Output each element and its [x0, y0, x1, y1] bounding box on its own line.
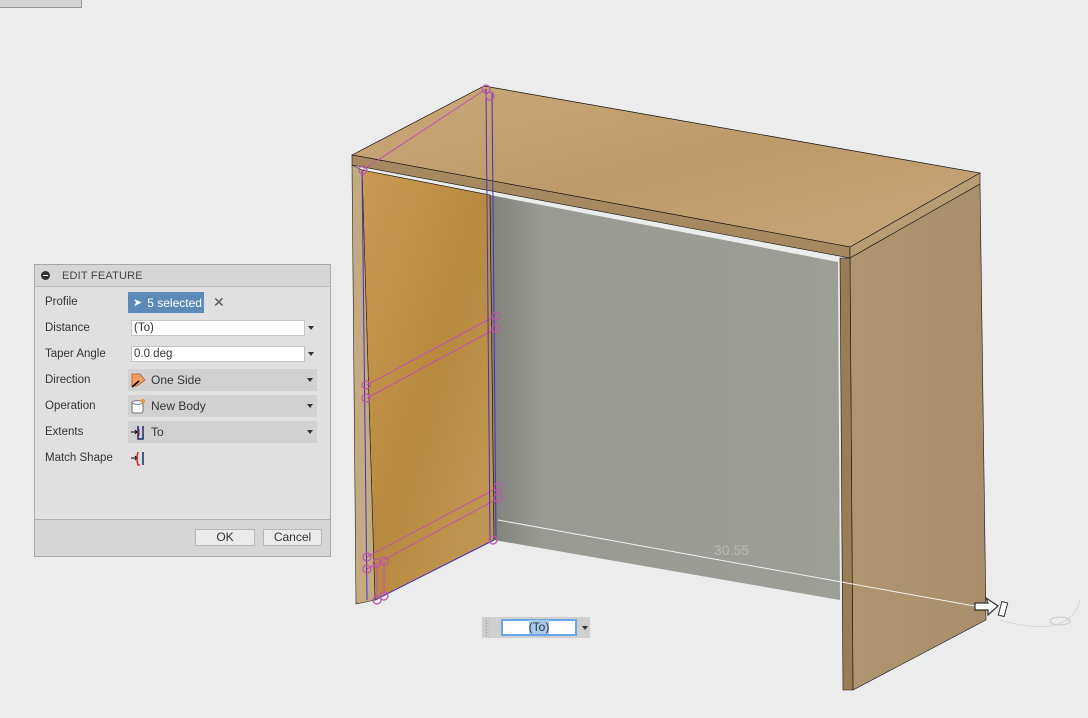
- operation-value: New Body: [151, 399, 206, 413]
- match-shape-row: Match Shape: [35, 447, 330, 469]
- rotation-arc: [999, 599, 1081, 628]
- back-panel[interactable]: [490, 195, 840, 600]
- drag-grip-icon[interactable]: [485, 619, 489, 636]
- chevron-down-icon: [307, 404, 313, 408]
- direction-select[interactable]: One Side: [128, 369, 317, 391]
- profile-label: Profile: [45, 296, 78, 308]
- close-icon[interactable]: ✕: [213, 294, 225, 311]
- distance-row: Distance (To): [35, 317, 330, 339]
- direction-label: Direction: [45, 374, 91, 386]
- chevron-down-icon[interactable]: [308, 352, 314, 356]
- one-side-direction-icon: [131, 373, 146, 388]
- operation-row: Operation New Body: [35, 395, 330, 417]
- dialog-footer: OK Cancel: [35, 519, 330, 556]
- extent-to-icon: [131, 426, 144, 440]
- match-shape-label: Match Shape: [45, 452, 113, 464]
- distance-label: Distance: [45, 322, 90, 334]
- inline-distance-value: (To): [528, 620, 550, 634]
- extents-select[interactable]: To: [128, 421, 317, 443]
- extents-value: To: [151, 425, 164, 439]
- dialog-title: EDIT FEATURE: [62, 269, 143, 282]
- left-side-panel[interactable]: [361, 169, 495, 601]
- taper-angle-label: Taper Angle: [45, 348, 106, 360]
- dimension-label: 30.55: [714, 542, 750, 558]
- inline-distance-input[interactable]: (To): [482, 617, 590, 638]
- extents-row: Extents To: [35, 421, 330, 443]
- collapse-icon[interactable]: [41, 271, 50, 280]
- edit-feature-dialog: EDIT FEATURE Profile ➤ 5 selected ✕ Dist…: [34, 264, 331, 557]
- chevron-down-icon[interactable]: [582, 626, 588, 630]
- chevron-down-icon: [307, 378, 313, 382]
- right-side-panel[interactable]: [849, 183, 987, 691]
- chevron-down-icon: [307, 430, 313, 434]
- profile-row: Profile ➤ 5 selected ✕: [35, 291, 330, 313]
- dialog-header[interactable]: EDIT FEATURE: [35, 265, 330, 287]
- toolbar-stub: [0, 0, 82, 8]
- taper-angle-input[interactable]: 0.0 deg: [131, 346, 305, 362]
- operation-label: Operation: [45, 400, 96, 412]
- profile-selection-button[interactable]: ➤ 5 selected: [128, 292, 204, 313]
- cancel-button[interactable]: Cancel: [263, 529, 322, 546]
- new-body-icon: [131, 399, 145, 414]
- inline-distance-field[interactable]: (To): [501, 619, 577, 636]
- extents-label: Extents: [45, 426, 84, 438]
- direction-row: Direction One Side: [35, 369, 330, 391]
- taper-angle-row: Taper Angle 0.0 deg: [35, 343, 330, 365]
- ok-button[interactable]: OK: [195, 529, 255, 546]
- cursor-arrow-icon: ➤: [133, 297, 143, 309]
- direction-value: One Side: [151, 373, 202, 387]
- chevron-down-icon[interactable]: [308, 326, 314, 330]
- distance-input[interactable]: (To): [131, 320, 305, 336]
- operation-select[interactable]: New Body: [128, 395, 317, 417]
- profile-selection-count: 5 selected: [147, 295, 202, 310]
- match-shape-icon[interactable]: [130, 450, 146, 466]
